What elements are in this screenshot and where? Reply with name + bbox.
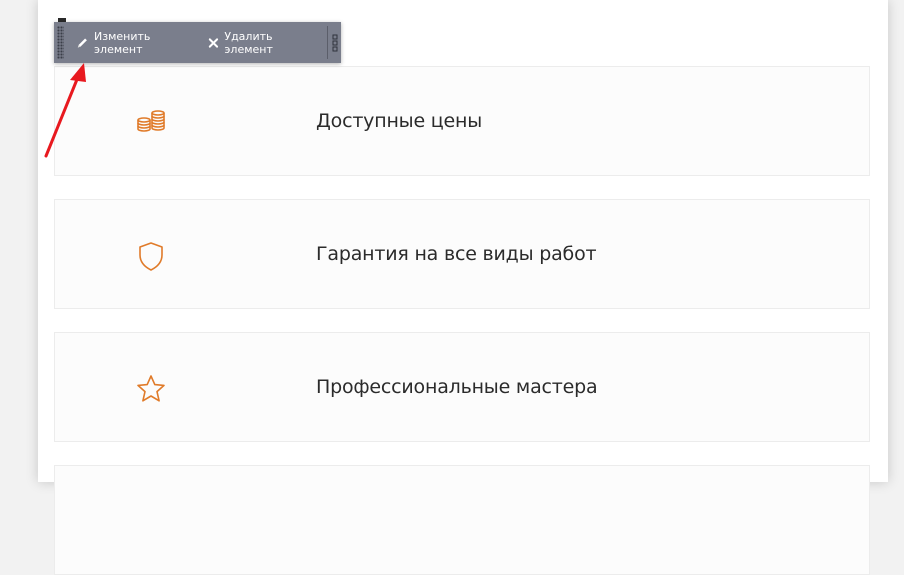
delete-element-label: Удалить элемент (224, 29, 273, 56)
pencil-icon (78, 37, 88, 48)
vertical-dots-icon (332, 34, 338, 51)
shield-icon (139, 242, 163, 271)
feature-card-prices[interactable]: Доступные цены (54, 66, 870, 176)
edit-element-button[interactable]: Изменить элемент (70, 22, 198, 63)
drag-handle[interactable] (57, 26, 65, 59)
element-edit-toolbar: Изменить элемент Удалить элемент (54, 22, 341, 63)
feature-title: Профессиональные мастера (316, 376, 598, 398)
feature-title: Доступные цены (316, 110, 483, 132)
feature-card-masters[interactable]: Профессиональные мастера (54, 332, 870, 442)
close-icon (209, 37, 219, 48)
feature-title: Гарантия на все виды работ (316, 243, 597, 265)
coins-icon (137, 110, 165, 132)
edit-element-label: Изменить элемент (94, 29, 151, 56)
page-content: Доступные цены Гарантия на все виды рабо… (38, 0, 888, 575)
more-options-button[interactable] (328, 22, 341, 63)
feature-card-guarantee[interactable]: Гарантия на все виды работ (54, 199, 870, 309)
delete-element-button[interactable]: Удалить элемент (202, 22, 321, 63)
star-icon (137, 375, 165, 402)
